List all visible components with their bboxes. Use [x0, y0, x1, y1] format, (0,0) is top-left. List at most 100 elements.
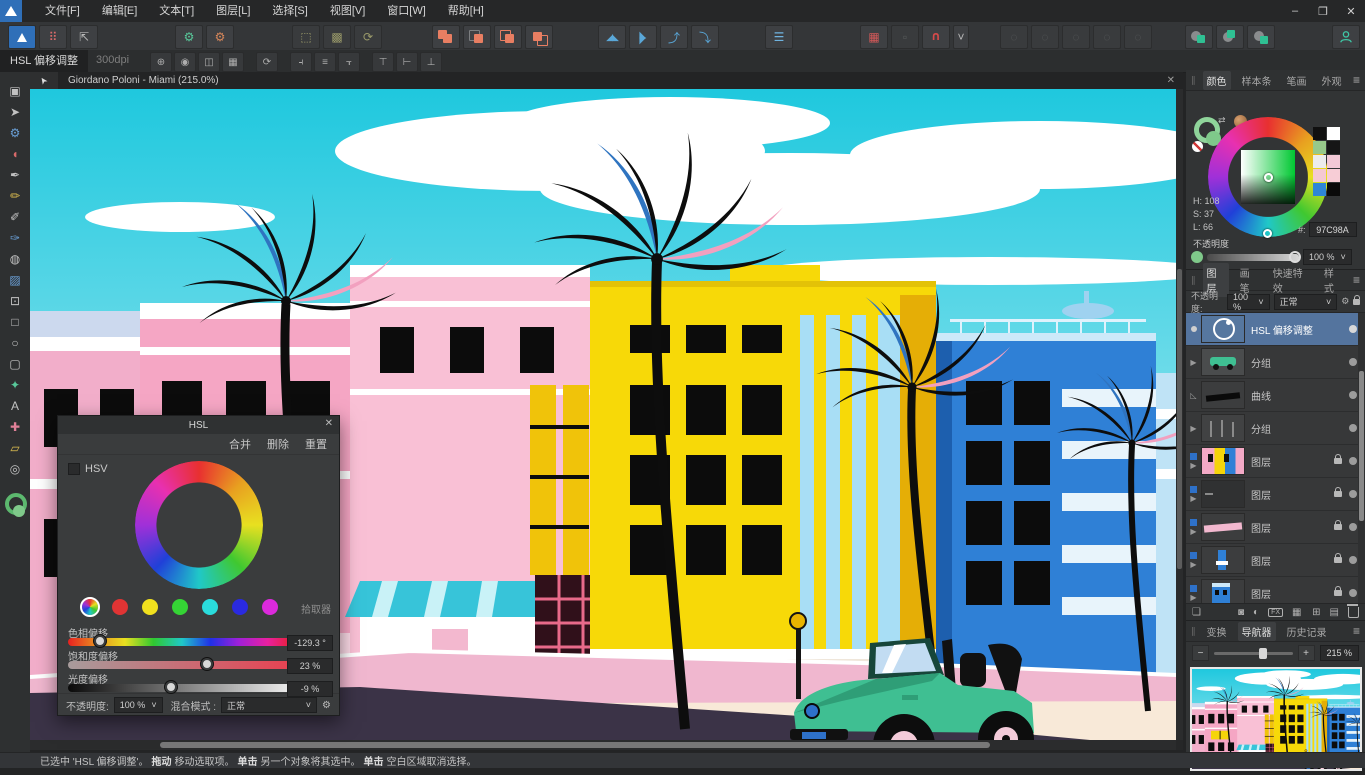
zoom-in-button[interactable]: +	[1298, 645, 1315, 661]
hue-shift-value[interactable]: -129.3 °	[287, 635, 333, 651]
swatch[interactable]	[1313, 155, 1326, 168]
insert-top-icon[interactable]	[1216, 25, 1244, 49]
luminosity-shift-slider[interactable]	[68, 684, 296, 692]
mask-layer-icon[interactable]: ◙	[1238, 607, 1244, 618]
layers-blend-select[interactable]: 正常˅	[1274, 294, 1338, 310]
delete-layer-icon[interactable]	[1348, 607, 1359, 618]
layer-row-group-palms[interactable]: ▶ 分组	[1186, 412, 1365, 445]
snapping-candidates-icon[interactable]: ▫	[891, 25, 919, 49]
menu-view[interactable]: 视图[V]	[319, 0, 376, 22]
blend-mode-select[interactable]: 正常˅	[221, 697, 317, 713]
no-colour-icon[interactable]	[1192, 141, 1203, 152]
delete-button[interactable]: 删除	[267, 436, 289, 452]
marquee-fill-icon[interactable]: ▩	[323, 25, 351, 49]
fx-icon[interactable]: FX	[1268, 608, 1283, 617]
rectangle-tool[interactable]: □	[4, 311, 26, 332]
transform-rotate-icon[interactable]: ⟳	[256, 52, 278, 72]
ruler-tool[interactable]: ▱	[4, 437, 26, 458]
swatch[interactable]	[1313, 183, 1326, 196]
panel-grip[interactable]: ∥	[1191, 75, 1196, 86]
layers-opacity-select[interactable]: 100 %˅	[1227, 294, 1270, 310]
align-bottom-icon[interactable]: ⊥	[420, 52, 442, 72]
hsl-dialog-titlebar[interactable]: HSL ✕	[58, 416, 339, 434]
menu-edit[interactable]: 编辑[E]	[91, 0, 148, 22]
expand-chevron-icon[interactable]: ▶	[1190, 560, 1196, 569]
layer-row-group-car[interactable]: ▶ 分组	[1186, 346, 1365, 379]
colour-opacity-slider[interactable]	[1207, 254, 1299, 261]
layers-gear-icon[interactable]: ⚙	[1341, 296, 1349, 307]
hue-marker[interactable]	[1263, 229, 1272, 238]
swatch[interactable]	[1313, 141, 1326, 154]
swatch-cyan[interactable]	[202, 599, 218, 615]
layers-scrollbar[interactable]	[1358, 313, 1365, 603]
zoom-value[interactable]: 215 %	[1320, 645, 1359, 661]
layer-row-blue-building[interactable]: ▶ 图层	[1186, 577, 1365, 603]
ellipse-tool[interactable]: ○	[4, 332, 26, 353]
expand-chevron-icon[interactable]: ▶	[1190, 358, 1196, 367]
export-persona-icon[interactable]: ⇱	[70, 25, 98, 49]
menu-help[interactable]: 帮助[H]	[437, 0, 495, 22]
snapping-manager-icon[interactable]: ▦	[860, 25, 888, 49]
shape-tool[interactable]: ✦	[4, 374, 26, 395]
vector-brush-tool[interactable]: ✑	[4, 227, 26, 248]
boolean-intersect-icon[interactable]	[494, 25, 522, 49]
pencil-tool[interactable]: ✏	[4, 185, 26, 206]
panel-grip[interactable]: ∥	[1191, 626, 1196, 637]
panel-menu-icon[interactable]: ≡	[1353, 73, 1360, 87]
layers-lock-icon[interactable]	[1353, 299, 1360, 305]
panel-menu-icon[interactable]: ≡	[1353, 624, 1360, 638]
tab-stroke[interactable]: 笔画	[1283, 71, 1311, 90]
align-middle-icon[interactable]: ⊢	[396, 52, 418, 72]
hsv-checkbox[interactable]: HSV	[68, 463, 108, 475]
cursor-tool-icon[interactable]: ➤	[30, 72, 58, 89]
zoom-out-button[interactable]: −	[1192, 645, 1209, 661]
insert-behind-icon[interactable]	[1185, 25, 1213, 49]
fill-stroke-indicator[interactable]	[4, 493, 26, 519]
active-adjustment-chip[interactable]: HSL 偏移调整	[0, 50, 88, 72]
menu-window[interactable]: 窗口[W]	[376, 0, 437, 22]
expand-chevron-icon[interactable]: ▶	[1190, 461, 1196, 470]
horizontal-scrollbar[interactable]	[30, 740, 1176, 750]
tab-quick-fx[interactable]: 快速特效	[1269, 263, 1313, 297]
swatch-green[interactable]	[172, 599, 188, 615]
preview-icon[interactable]: ◉	[174, 52, 196, 72]
layer-row-curves-shadow[interactable]: ◺ 曲线	[1186, 379, 1365, 412]
panel-grip[interactable]: ∥	[1191, 275, 1196, 286]
fill-tool[interactable]: ◍	[4, 248, 26, 269]
move-tool[interactable]: ▣	[4, 80, 26, 101]
swatch[interactable]	[1327, 127, 1340, 140]
hue-shift-slider[interactable]	[68, 638, 296, 646]
layer-row-buildings[interactable]: ▶ 图层	[1186, 445, 1365, 478]
flip-vertical-icon[interactable]: ◢◣	[629, 25, 657, 49]
swatch[interactable]	[1327, 155, 1340, 168]
menu-select[interactable]: 选择[S]	[261, 0, 318, 22]
expand-chevron-icon[interactable]: ▶	[1190, 593, 1196, 602]
tab-history[interactable]: 历史记录	[1283, 622, 1331, 641]
rounded-rectangle-tool[interactable]: ▢	[4, 353, 26, 374]
menu-layer[interactable]: 图层[L]	[205, 0, 261, 22]
hue-wheel[interactable]	[135, 461, 263, 589]
swatch-blue[interactable]	[232, 599, 248, 615]
flip-horizontal-icon[interactable]: ◢◣	[598, 25, 626, 49]
zoom-slider[interactable]	[1214, 652, 1293, 655]
align-right-icon[interactable]: ⫟	[338, 52, 360, 72]
align-top-icon[interactable]: ⊤	[372, 52, 394, 72]
tab-styles[interactable]: 样式	[1320, 263, 1346, 297]
color-picker-tool[interactable]: ✚	[4, 416, 26, 437]
snap-center-icon[interactable]: ⊕	[150, 52, 172, 72]
menu-text[interactable]: 文本[T]	[148, 0, 205, 22]
duplicate-layer-icon[interactable]: ❏	[1192, 607, 1201, 618]
lock-icon[interactable]	[1334, 524, 1342, 530]
boolean-subtract-icon[interactable]	[463, 25, 491, 49]
swatch[interactable]	[1313, 169, 1326, 182]
layer-row-dark[interactable]: ▶ 图层	[1186, 478, 1365, 511]
swatch[interactable]	[1327, 169, 1340, 182]
pen-tool[interactable]: ✒	[4, 164, 26, 185]
node-tool[interactable]: ➤	[4, 101, 26, 122]
designer-persona-icon[interactable]	[8, 25, 36, 49]
swatch[interactable]	[1327, 141, 1340, 154]
layer-row-pink-strip[interactable]: ▶ 图层	[1186, 511, 1365, 544]
auto-scroll-gear-icon[interactable]: ⚙	[175, 25, 203, 49]
assistant-gear-icon[interactable]: ⚙	[206, 25, 234, 49]
document-close-icon[interactable]: ✕	[1159, 75, 1183, 86]
